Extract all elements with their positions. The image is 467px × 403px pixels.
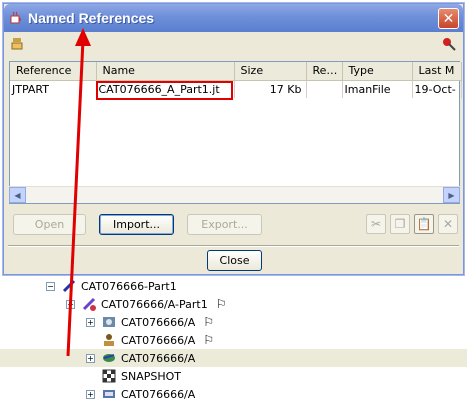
dialog-toolbar [4,32,463,60]
tree-item-bom[interactable]: + CAT076666/A [86,385,195,403]
tree-item-part[interactable]: − CAT076666-Part1 [46,277,177,295]
paste-icon[interactable]: 📋 [414,214,434,234]
column-header-size[interactable]: Size [234,62,307,81]
expand-toggle[interactable]: + [86,317,95,327]
tree-item-revision[interactable]: − CAT076666/A-Part1 ⚐ [66,295,227,313]
column-header-re[interactable]: Re… [306,62,343,81]
scroll-left-button[interactable]: ◀ [9,187,26,203]
cell-name: CAT076666_A_Part1.jt [96,80,235,98]
table-row[interactable]: JTPART CAT076666_A_Part1.jt 17 Kb ImanFi… [10,80,462,98]
java-cup-icon [8,10,24,26]
expand-toggle[interactable]: + [86,389,95,399]
tree-item-label: CAT076666-Part1 [81,279,177,293]
export-button[interactable]: Export... [187,214,262,235]
named-references-dialog: Named References ✕ Reference Name Size R… [3,3,464,275]
flag-icon: ⚐ [215,297,227,311]
flag-icon: ⚐ [203,315,215,329]
open-button[interactable]: Open [13,214,86,235]
tree-item-label: CAT076666/A [121,387,196,401]
scroll-track[interactable] [26,187,443,203]
references-table: Reference Name Size Re… Type Last M JTPA… [9,61,462,204]
pencil-icon [61,278,77,294]
jt-dataset-icon [101,350,117,366]
cell-re [306,80,343,98]
copy-icon[interactable]: ❐ [390,214,410,234]
cell-type: ImanFile [342,80,413,98]
tree-item-jt-selected[interactable]: + CAT076666/A [0,349,467,367]
pin-icon[interactable] [441,36,457,55]
column-header-type[interactable]: Type [342,62,413,81]
delete-icon[interactable]: ✕ [438,214,458,234]
expand-toggle[interactable]: + [86,353,95,363]
dialog-title: Named References [28,10,155,26]
horizontal-scrollbar[interactable]: ◀ ▶ [9,186,460,203]
column-header-reference[interactable]: Reference [10,62,97,81]
app-tool-icon[interactable] [10,36,26,55]
cut-icon[interactable]: ✂ [366,214,386,234]
catia-dataset-icon [101,314,117,330]
tree-item-label: CAT076666/A [121,333,196,347]
close-window-button[interactable]: ✕ [438,8,459,29]
cell-last-modified: 19-Oct- [412,80,462,98]
column-header-name[interactable]: Name [96,62,235,81]
tree-item-label: CAT076666/A [121,351,196,365]
tree-item-label: CAT076666/A-Part1 [101,297,208,311]
separator [8,245,459,247]
pencil-revision-icon [81,296,97,312]
flag-icon: ⚐ [203,333,215,347]
cell-size: 17 Kb [234,80,307,98]
scroll-right-button[interactable]: ▶ [443,187,460,203]
tree-item-dataset[interactable]: + CAT076666/A ⚐ [86,313,214,331]
column-header-last-modified[interactable]: Last M [412,62,462,81]
form-icon [101,332,117,348]
title-bar[interactable]: Named References ✕ [4,4,463,32]
cell-reference: JTPART [10,80,97,98]
import-button[interactable]: Import... [99,214,174,235]
tree-item-form[interactable]: CAT076666/A ⚐ [101,331,214,349]
structure-tree: − CAT076666-Part1 − CAT076666/A-Part1 ⚐ … [0,270,467,403]
collapse-toggle[interactable]: − [66,299,75,309]
tree-item-snapshot[interactable]: SNAPSHOT [101,367,181,385]
collapse-toggle[interactable]: − [46,281,55,291]
tree-item-label: CAT076666/A [121,315,196,329]
bom-icon [101,386,117,402]
close-button[interactable]: Close [207,250,262,271]
checkered-flag-icon [101,368,117,384]
tree-item-label: SNAPSHOT [121,369,182,383]
